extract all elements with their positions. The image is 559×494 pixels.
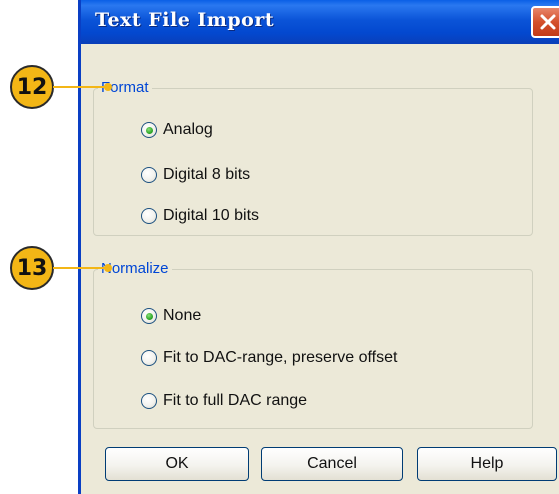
radio-button-fit-full-dac[interactable]	[141, 393, 157, 409]
radio-button-fit-dac-offset[interactable]	[141, 350, 157, 366]
normalize-option-label: None	[163, 307, 202, 324]
normalize-option-fit-dac-offset[interactable]: Fit to DAC-range, preserve offset	[141, 346, 397, 370]
dialog-title: Text File Import	[95, 9, 275, 31]
radio-button-analog[interactable]	[141, 122, 157, 138]
text-file-import-dialog: Text File Import Format Analog Digital 8…	[78, 0, 559, 494]
callout-format-leader-dot	[104, 83, 112, 91]
normalize-option-fit-full-dac[interactable]: Fit to full DAC range	[141, 389, 307, 413]
cancel-button[interactable]: Cancel	[261, 447, 403, 481]
radio-selected-dot	[145, 312, 153, 320]
format-option-label: Digital 10 bits	[163, 207, 260, 224]
format-option-label: Analog	[163, 121, 213, 138]
callout-normalize-leader	[53, 267, 108, 269]
normalize-option-label: Fit to DAC-range, preserve offset	[163, 349, 398, 366]
help-button[interactable]: Help	[417, 447, 557, 481]
radio-button-digital-8[interactable]	[141, 167, 157, 183]
format-option-analog[interactable]: Analog	[141, 118, 213, 142]
radio-button-none[interactable]	[141, 308, 157, 324]
format-group: Format Analog Digital 8 bits Digital 10 …	[93, 78, 533, 236]
callout-format-leader	[53, 86, 108, 88]
close-icon	[540, 14, 556, 30]
title-bar[interactable]: Text File Import	[81, 0, 559, 44]
callout-normalize-leader-dot	[104, 264, 112, 272]
format-option-digital-8[interactable]: Digital 8 bits	[141, 163, 250, 187]
normalize-option-label: Fit to full DAC range	[163, 392, 308, 409]
normalize-group: Normalize None Fit to DAC-range, preserv…	[93, 259, 533, 429]
callout-normalize: 13	[10, 246, 54, 290]
normalize-option-none[interactable]: None	[141, 304, 201, 328]
close-button[interactable]	[531, 6, 559, 38]
format-option-label: Digital 8 bits	[163, 166, 251, 183]
radio-selected-dot	[145, 126, 153, 134]
callout-format: 12	[10, 65, 54, 109]
ok-button[interactable]: OK	[105, 447, 249, 481]
format-option-digital-10[interactable]: Digital 10 bits	[141, 204, 259, 228]
radio-button-digital-10[interactable]	[141, 208, 157, 224]
